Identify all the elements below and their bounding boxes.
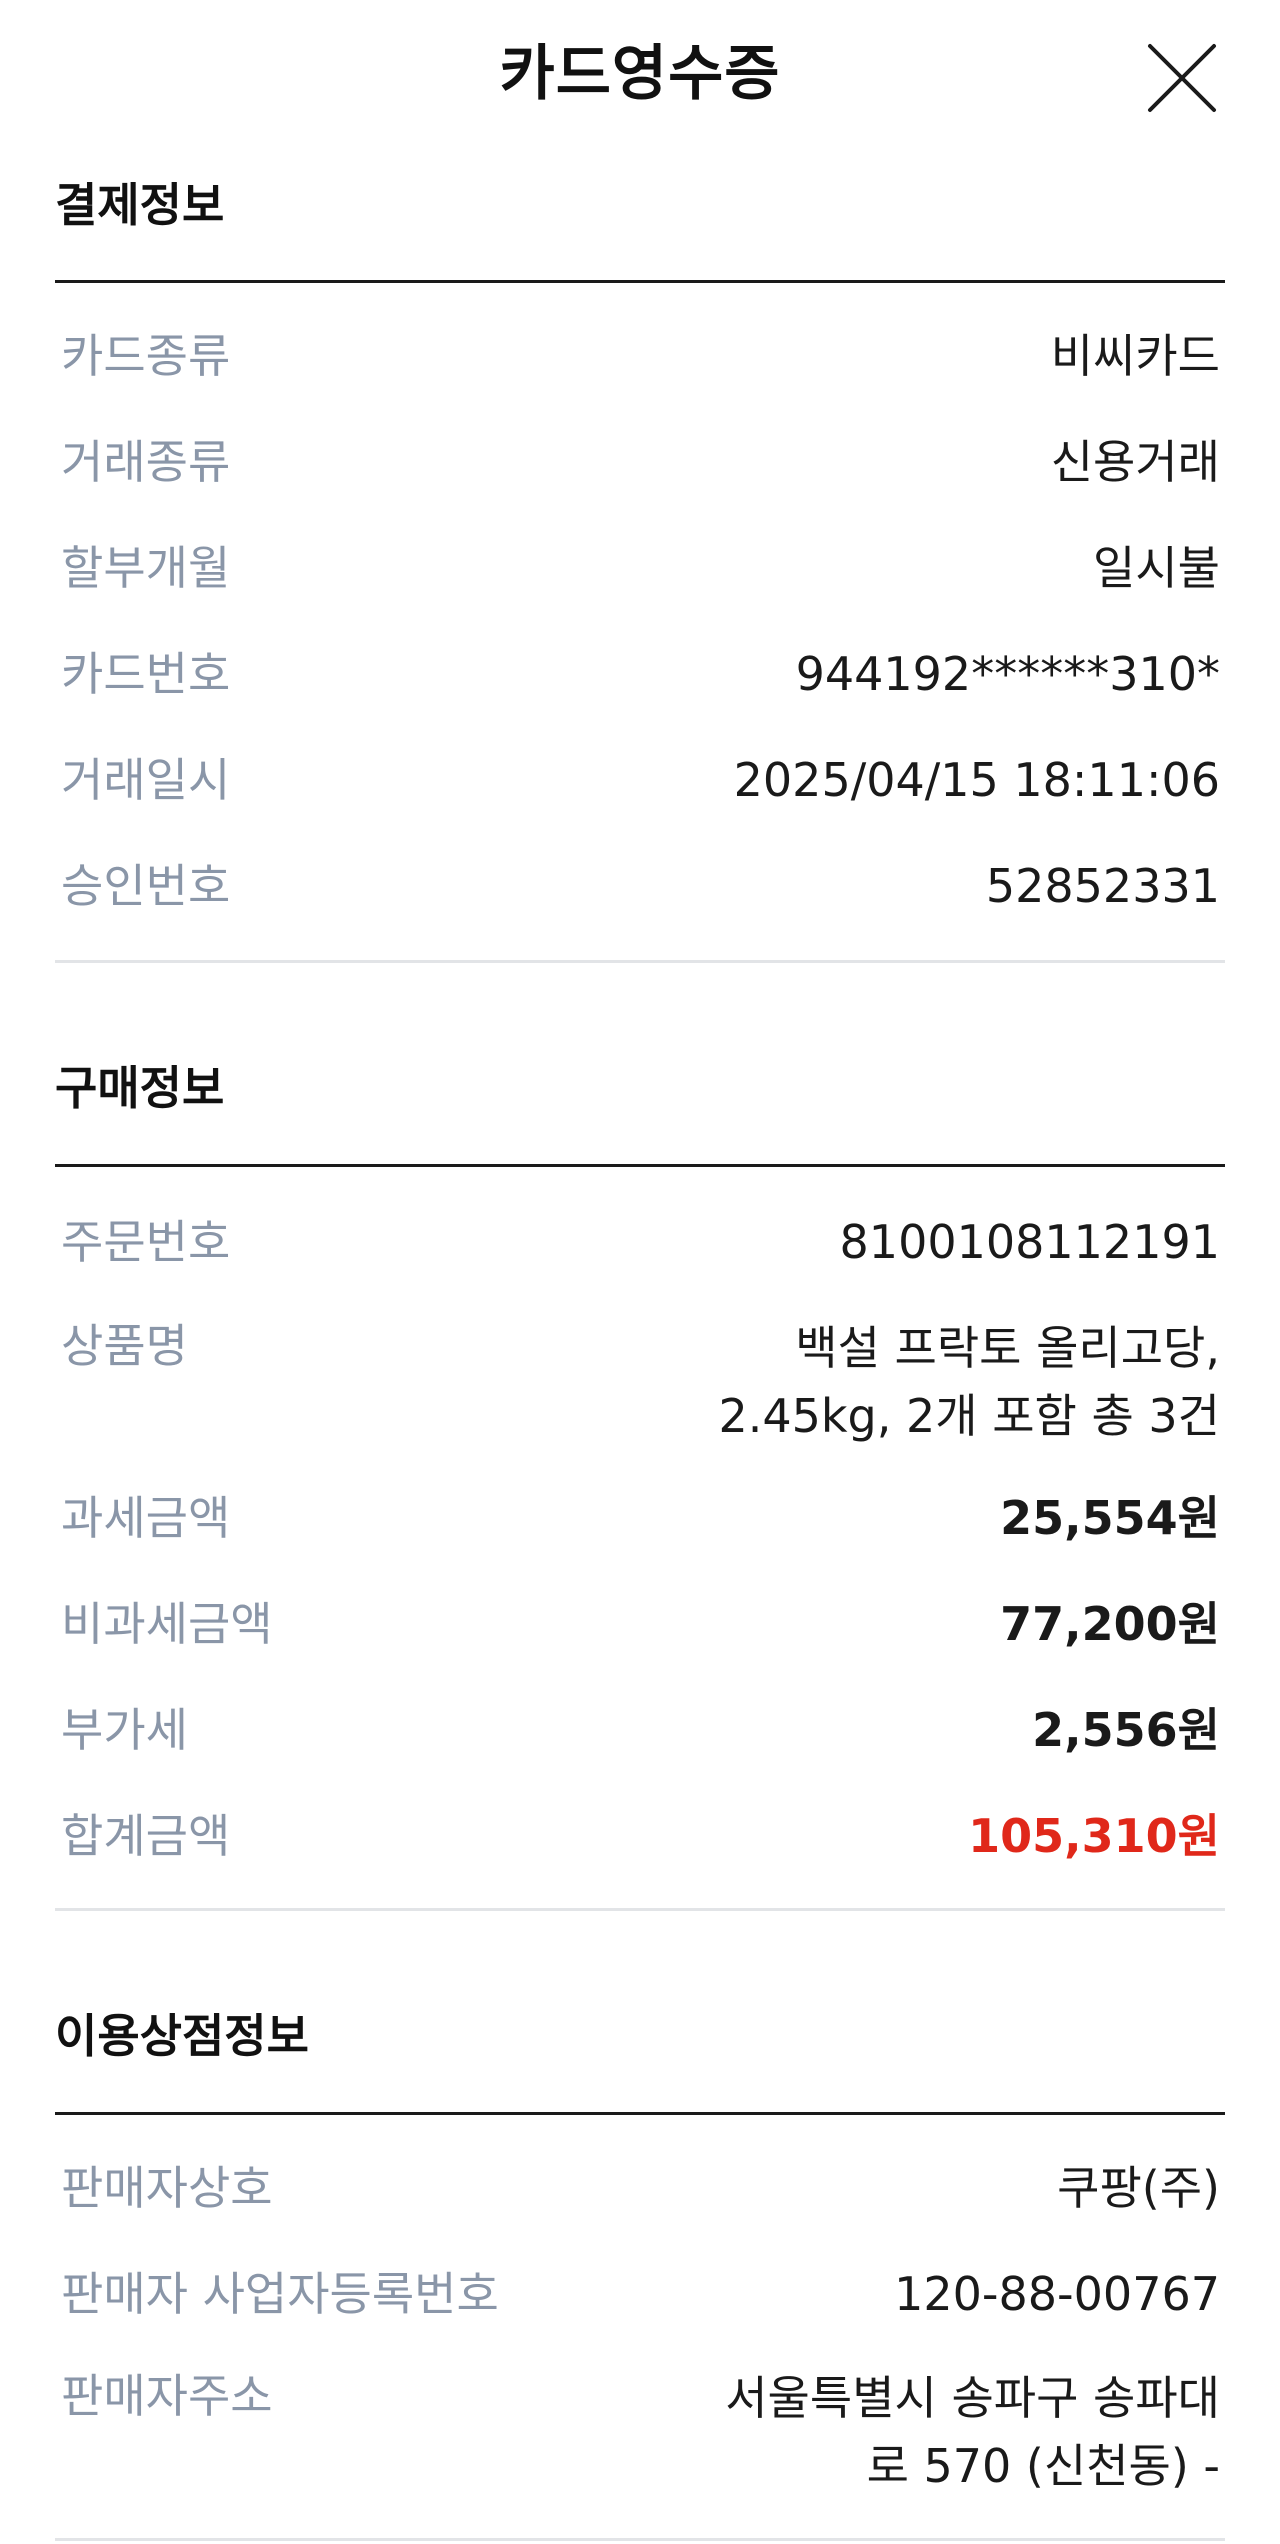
total-amount-row: 합계금액 105,310원 [55, 1804, 1220, 1868]
total-amount-value: 105,310원 [968, 1809, 1220, 1863]
total-amount-label: 합계금액 [61, 1809, 231, 1863]
seller-address-row: 판매자주소 서울특별시 송파구 송파대 로 570 (신천동) - [55, 2364, 1220, 2500]
tax-free-amount-label: 비과세금액 [61, 1597, 273, 1651]
card-type-label: 카드종류 [61, 329, 231, 383]
installment-row: 할부개월 일시불 [55, 536, 1220, 600]
card-number-value: 944192******310* [795, 647, 1220, 701]
transaction-type-row: 거래종류 신용거래 [55, 430, 1220, 494]
seller-name-label: 판매자상호 [61, 2161, 273, 2215]
taxable-amount-row: 과세금액 25,554원 [55, 1486, 1220, 1550]
product-name-line-2: 2.45kg, 2개 포함 총 3건 [718, 1389, 1220, 1443]
transaction-type-value: 신용거래 [1050, 435, 1220, 489]
seller-address-label: 판매자주소 [61, 2369, 273, 2423]
close-button[interactable] [1140, 36, 1224, 120]
transaction-datetime-label: 거래일시 [61, 753, 231, 807]
merchant-section-divider [55, 2112, 1225, 2115]
seller-name-row: 판매자상호 쿠팡(주) [55, 2156, 1220, 2220]
receipt-header: 카드영수증 [0, 0, 1280, 150]
card-number-label: 카드번호 [61, 647, 231, 701]
close-icon [1148, 44, 1216, 112]
transaction-type-label: 거래종류 [61, 435, 231, 489]
payment-section-divider [55, 280, 1225, 283]
order-number-row: 주문번호 8100108112191 [55, 1210, 1220, 1274]
transaction-datetime-row: 거래일시 2025/04/15 18:11:06 [55, 748, 1220, 812]
product-name-value: 백설 프락토 올리고당, 2.45kg, 2개 포함 총 3건 [718, 1314, 1220, 1450]
vat-value: 2,556원 [1032, 1703, 1220, 1757]
payment-section-title: 결제정보 [55, 178, 225, 232]
seller-address-line-2: 로 570 (신천동) - [866, 2439, 1220, 2493]
business-number-label: 판매자 사업자등록번호 [61, 2267, 499, 2321]
card-type-row: 카드종류 비씨카드 [55, 324, 1220, 388]
purchase-section-divider [55, 1164, 1225, 1167]
approval-number-row: 승인번호 52852331 [55, 854, 1220, 918]
product-name-line-1: 백설 프락토 올리고당, [795, 1321, 1220, 1375]
vat-row: 부가세 2,556원 [55, 1698, 1220, 1762]
approval-number-label: 승인번호 [61, 859, 231, 913]
product-name-label: 상품명 [61, 1319, 188, 1373]
installment-value: 일시불 [1093, 541, 1220, 595]
payment-section-end-divider [55, 960, 1225, 963]
purchase-section-title: 구매정보 [55, 1061, 225, 1115]
taxable-amount-value: 25,554원 [1000, 1491, 1220, 1545]
taxable-amount-label: 과세금액 [61, 1491, 231, 1545]
vat-label: 부가세 [61, 1703, 188, 1757]
installment-label: 할부개월 [61, 541, 231, 595]
merchant-section-title: 이용상점정보 [55, 2009, 309, 2063]
tax-free-amount-value: 77,200원 [1000, 1597, 1220, 1651]
business-number-value: 120-88-00767 [894, 2267, 1220, 2321]
seller-address-value: 서울특별시 송파구 송파대 로 570 (신천동) - [725, 2364, 1220, 2500]
merchant-section-end-divider [55, 2538, 1225, 2541]
seller-address-line-1: 서울특별시 송파구 송파대 [725, 2371, 1220, 2425]
transaction-datetime-value: 2025/04/15 18:11:06 [733, 753, 1220, 807]
tax-free-amount-row: 비과세금액 77,200원 [55, 1592, 1220, 1656]
business-number-row: 판매자 사업자등록번호 120-88-00767 [55, 2262, 1220, 2326]
product-name-row: 상품명 백설 프락토 올리고당, 2.45kg, 2개 포함 총 3건 [55, 1314, 1220, 1450]
order-number-value: 8100108112191 [839, 1215, 1220, 1269]
approval-number-value: 52852331 [985, 859, 1220, 913]
card-type-value: 비씨카드 [1050, 329, 1220, 383]
page-title: 카드영수증 [499, 39, 781, 109]
order-number-label: 주문번호 [61, 1215, 231, 1269]
seller-name-value: 쿠팡(주) [1057, 2161, 1220, 2215]
card-number-row: 카드번호 944192******310* [55, 642, 1220, 706]
purchase-section-end-divider [55, 1908, 1225, 1911]
